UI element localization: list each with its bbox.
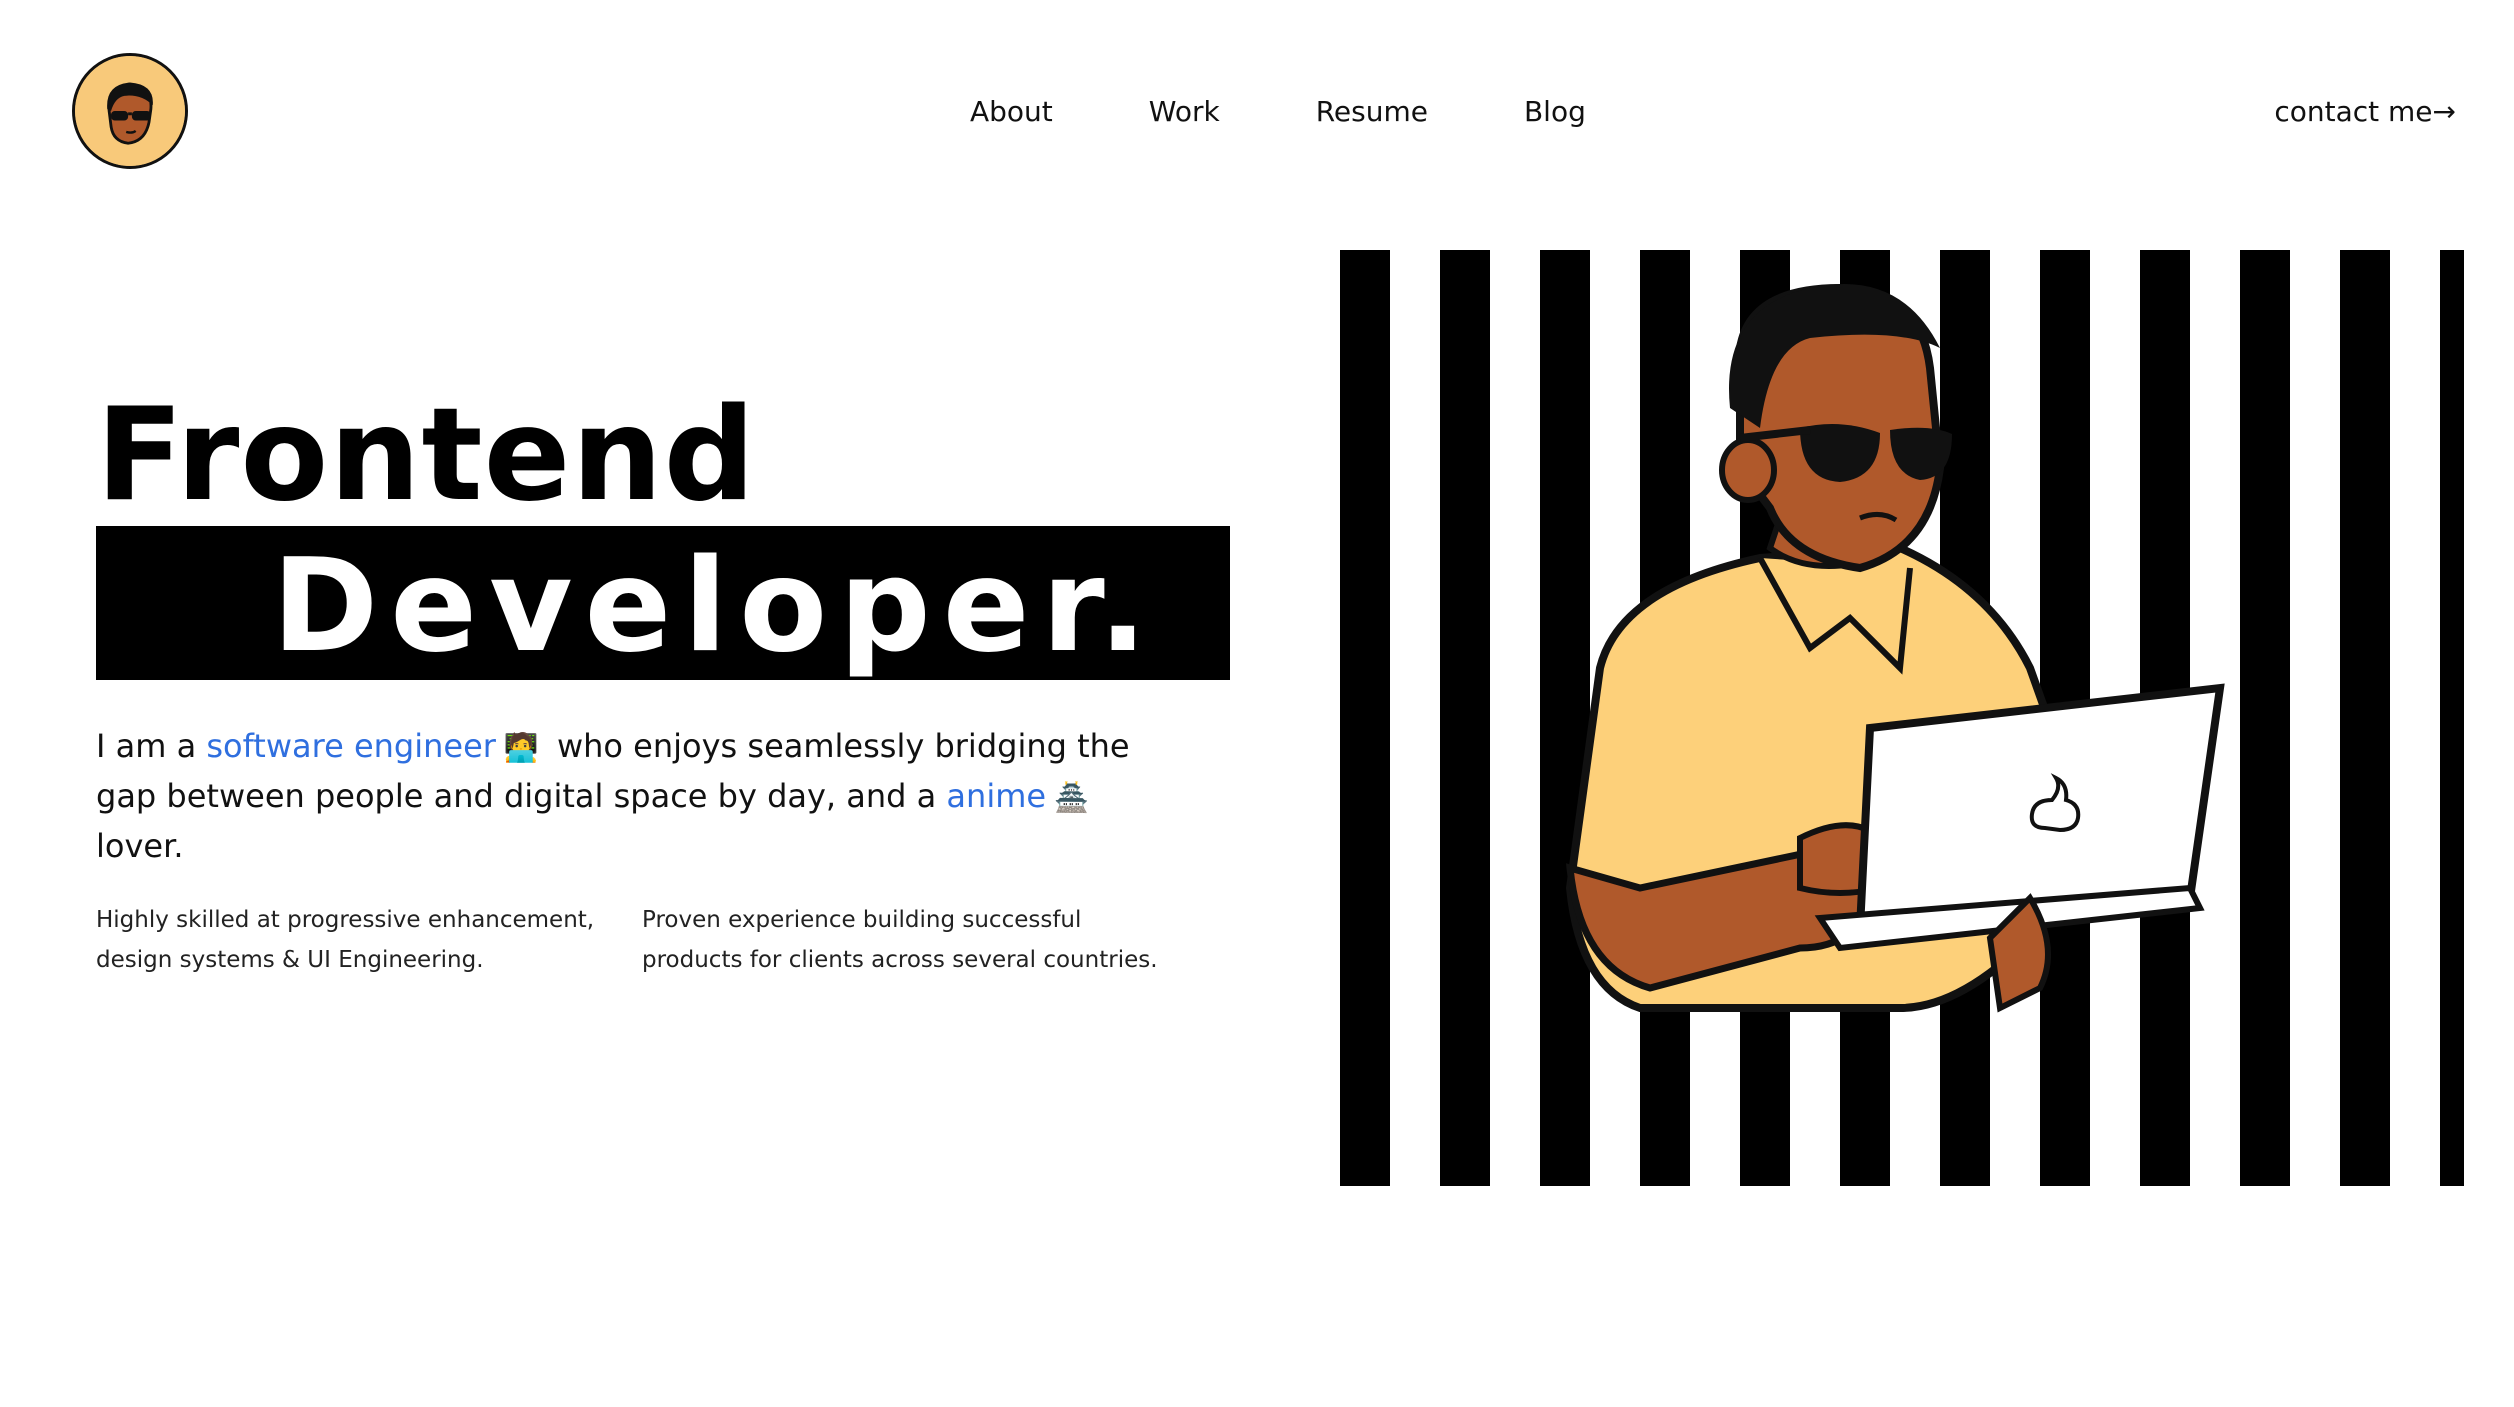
technologist-icon: 🧑‍💻: [503, 731, 539, 764]
avatar-face-icon: [75, 56, 185, 166]
portfolio-page: About Work Resume Blog contact me→ Front…: [0, 0, 2514, 1407]
nav-about[interactable]: About: [970, 95, 1053, 128]
software-engineer-link[interactable]: software engineer: [206, 727, 496, 765]
castle-icon: 🏯: [1054, 781, 1089, 814]
hero-illustration: [1340, 248, 2464, 1186]
hero-title-line2: Developer.: [272, 532, 1160, 681]
main-nav: About Work Resume Blog: [970, 95, 1586, 128]
anime-link[interactable]: anime: [946, 777, 1046, 815]
feature-skills: Highly skilled at progressive enhancemen…: [96, 907, 595, 973]
nav-work[interactable]: Work: [1149, 95, 1220, 128]
avatar-logo[interactable]: [72, 53, 188, 169]
intro-text-3: lover.: [96, 827, 184, 865]
contact-link[interactable]: contact me→: [2274, 95, 2456, 128]
intro-text-1: I am a: [96, 727, 207, 765]
hero-title-line1: Frontend: [96, 381, 757, 530]
nav-resume[interactable]: Resume: [1316, 95, 1428, 128]
feature-experience: Proven experience building successful pr…: [642, 907, 1158, 973]
nav-blog[interactable]: Blog: [1524, 95, 1586, 128]
developer-illustration: [1340, 250, 2464, 1186]
hero-intro: I am a software engineer 🧑‍💻 who enjoys s…: [96, 722, 1156, 870]
